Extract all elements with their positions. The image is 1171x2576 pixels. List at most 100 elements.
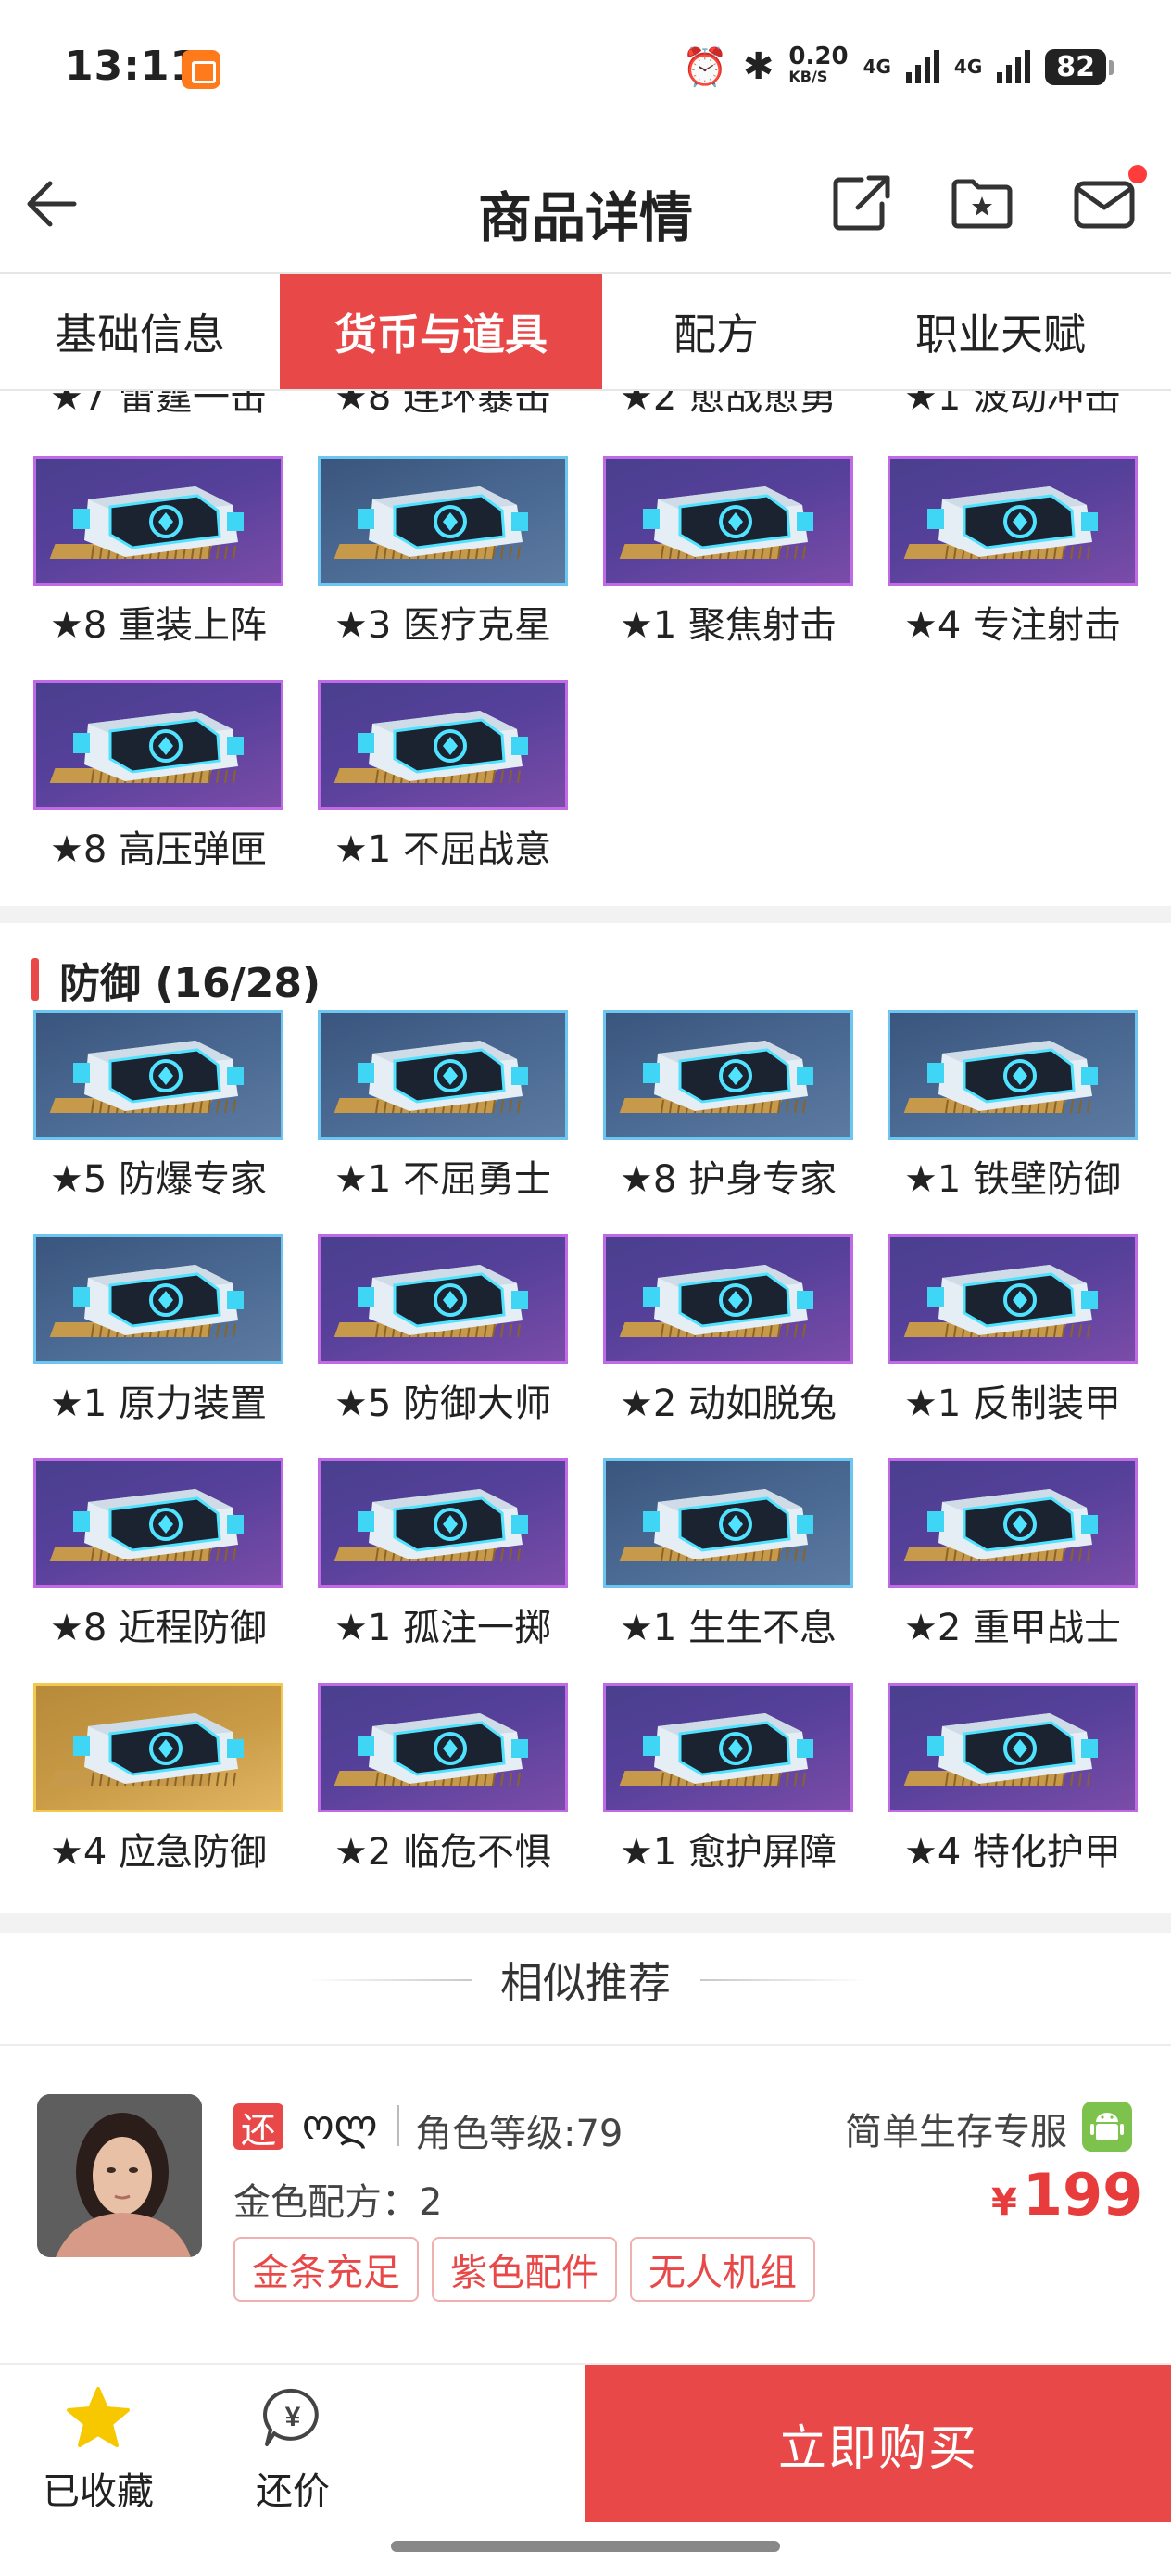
item-card[interactable]: ★4 应急防御: [33, 1683, 283, 1896]
tab-recipes[interactable]: 配方: [602, 274, 830, 389]
item-label: ★2 动如脱兔: [619, 1383, 837, 1425]
bullet-icon: [888, 456, 1138, 586]
item-label: ★7 雷霆一击: [49, 391, 268, 419]
runner-icon: [318, 1458, 568, 1588]
item-label: ★1 聚焦射击: [619, 604, 837, 647]
heart-shield-icon: [603, 1010, 853, 1140]
bargain-button[interactable]: ¥ 还价: [219, 2383, 367, 2515]
magazine-icon: [33, 680, 283, 810]
item-label: ★1 不屈战意: [334, 828, 552, 871]
item-card[interactable]: ★4 特化护甲: [888, 1683, 1138, 1896]
item-label: ★5 防御大师: [334, 1383, 552, 1425]
item-label: ★2 愈战愈勇: [619, 391, 837, 419]
bluetooth-icon: ✱: [742, 45, 774, 88]
clipped-row: ★7 雷霆一击 ★8 连环暴击 ★2 愈战愈勇 ★1 波动冲击: [0, 391, 1171, 423]
item-label: ★8 高压弹匣: [49, 828, 268, 871]
item-card[interactable]: ★1 不屈勇士: [318, 1010, 568, 1223]
tab-basic-info[interactable]: 基础信息: [0, 274, 280, 389]
item-label: ★1 不屈勇士: [334, 1158, 552, 1201]
item-label: ★4 专注射击: [903, 604, 1122, 647]
tab-talents[interactable]: 职业天赋: [830, 274, 1171, 389]
item-card[interactable]: ★2 重甲战士: [888, 1458, 1138, 1672]
similar-panel: 相似推荐: [0, 1933, 1171, 2363]
share-icon[interactable]: [825, 167, 899, 241]
eye-shield-icon: [888, 1683, 1138, 1812]
item-card[interactable]: ★1 铁壁防御: [888, 1010, 1138, 1223]
item-card[interactable]: ★1 原力装置: [33, 1234, 283, 1447]
section-accent-bar: [31, 958, 39, 1001]
section-title: 防御 (16/28): [31, 956, 321, 1007]
bomb-shield-icon: [33, 1010, 283, 1140]
item-label: ★2 临危不惧: [334, 1831, 552, 1874]
item-label: ★4 应急防御: [49, 1831, 268, 1874]
message-badge: [1128, 165, 1147, 183]
dash-icon: [603, 1234, 853, 1364]
content-scroll[interactable]: ★7 雷霆一击 ★8 连环暴击 ★2 愈战愈勇 ★1 波动冲击 ★8 重装上阵: [0, 391, 1171, 2363]
attack-panel: ★7 雷霆一击 ★8 连环暴击 ★2 愈战愈勇 ★1 波动冲击 ★8 重装上阵: [0, 391, 1171, 906]
item-label: ★1 反制装甲: [903, 1383, 1122, 1425]
heart-outline-icon: [318, 1010, 568, 1140]
divider: [0, 2044, 1171, 2046]
battery-indicator: 82: [1045, 48, 1114, 85]
item-label: ★1 原力装置: [49, 1383, 268, 1425]
item-label: ★1 生生不息: [619, 1607, 837, 1649]
item-card[interactable]: ★5 防爆专家: [33, 1010, 283, 1223]
item-card[interactable]: ★8 护身专家: [603, 1010, 853, 1223]
item-label: ★8 重装上阵: [49, 604, 268, 647]
item-label: ★8 护身专家: [619, 1158, 837, 1201]
signal-icon-1: [905, 50, 939, 83]
home-indicator[interactable]: [391, 2541, 780, 2552]
similar-title: 相似推荐: [500, 1958, 671, 2008]
item-label: ★5 防爆专家: [49, 1158, 268, 1201]
globe-shield-icon: [318, 1234, 568, 1364]
item-card[interactable]: ★1 生生不息: [603, 1458, 853, 1672]
item-label: ★3 医疗克星: [334, 604, 552, 647]
item-card[interactable]: ★1 聚焦射击: [603, 456, 853, 669]
net-speed: 0.20 KB/S: [788, 43, 849, 85]
item-card[interactable]: ★8 近程防御: [33, 1458, 283, 1672]
favorite-button[interactable]: 已收藏: [24, 2383, 172, 2515]
barrier-icon: [603, 1683, 853, 1812]
regen-icon: [603, 1458, 853, 1588]
item-card[interactable]: ★2 临危不惧: [318, 1683, 568, 1896]
item-card[interactable]: ★1 孤注一掷: [318, 1458, 568, 1672]
item-card[interactable]: ★1 反制装甲: [888, 1234, 1138, 1447]
status-indicators: ⏰ ✱ 0.20 KB/S 4G 4G 82: [682, 43, 1114, 89]
status-bar: 13:11 ⏰ ✱ 0.20 KB/S 4G 4G 82: [0, 0, 1171, 139]
tab-currency-items[interactable]: 货币与道具: [280, 274, 602, 389]
item-card[interactable]: ★8 高压弹匣: [33, 680, 283, 893]
fearless-icon: [318, 1683, 568, 1812]
item-card[interactable]: ★4 专注射击: [888, 456, 1138, 669]
item-card[interactable]: ★3 医疗克星: [318, 456, 568, 669]
favorite-label: 已收藏: [43, 2470, 154, 2513]
decor-line-right: [700, 1979, 867, 1981]
fist-icon: [318, 680, 568, 810]
emergency-shield-icon: [33, 1683, 283, 1812]
close-defense-icon: [33, 1458, 283, 1588]
item-card[interactable]: ★1 不屈战意: [318, 680, 568, 893]
similar-header: 相似推荐: [0, 1948, 1171, 2013]
alarm-icon: ⏰: [682, 45, 728, 89]
item-label: ★1 铁壁防御: [903, 1158, 1122, 1201]
network-type-2: 4G: [953, 56, 983, 78]
item-card[interactable]: ★1 愈护屏障: [603, 1683, 853, 1896]
target-icon: [603, 456, 853, 586]
bottom-action-bar: 已收藏 ¥ 还价 立即购买: [0, 2363, 1171, 2576]
heavy-armor-icon: [888, 1458, 1138, 1588]
hammer-icon: [33, 456, 283, 586]
app-notification-icon: [182, 50, 220, 89]
favorite-folder-icon[interactable]: [945, 167, 1019, 241]
item-label: ★4 特化护甲: [903, 1831, 1122, 1874]
app-header: 商品详情: [0, 139, 1171, 272]
item-card[interactable]: ★5 防御大师: [318, 1234, 568, 1447]
item-card[interactable]: ★8 重装上阵: [33, 456, 283, 669]
buy-now-button[interactable]: 立即购买: [586, 2365, 1171, 2522]
item-label: ★8 连环暴击: [334, 391, 552, 419]
broken-heart-icon: [318, 456, 568, 586]
item-card[interactable]: ★2 动如脱兔: [603, 1234, 853, 1447]
svg-text:¥: ¥: [285, 2402, 301, 2432]
item-label: ★1 孤注一掷: [334, 1607, 552, 1649]
decor-line-left: [306, 1979, 472, 1981]
network-type-1: 4G: [863, 56, 891, 78]
item-label: ★8 近程防御: [49, 1607, 268, 1649]
